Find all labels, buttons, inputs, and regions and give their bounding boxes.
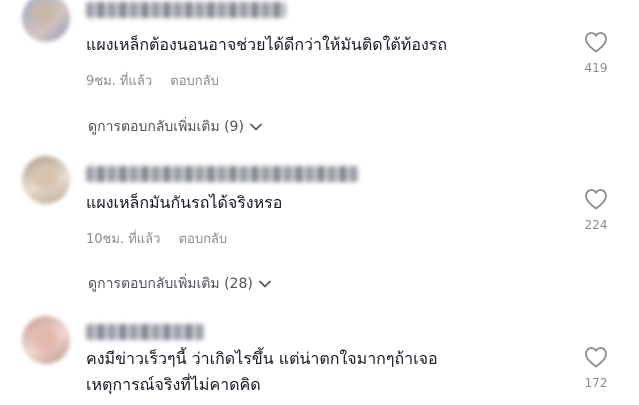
- heart-outline-icon: [585, 347, 607, 368]
- avatar[interactable]: [22, 316, 70, 364]
- comment-text: คงมีข่าวเร็วๆนี้ ว่าเกิดไรขึ้น แต่น่าตกใ…: [86, 346, 438, 398]
- view-more-replies-2[interactable]: ดูการตอบกลับเพิ่มเติม (28): [88, 273, 271, 295]
- chevron-down-icon: [250, 123, 262, 131]
- reply-button[interactable]: ตอบกลับ: [170, 74, 219, 89]
- view-replies-label: ดูการตอบกลับเพิ่มเติม (9): [88, 119, 244, 135]
- chevron-down-icon: [259, 280, 271, 288]
- comment-time: 10ชม. ที่แล้ว: [86, 232, 161, 247]
- comment-text: แผงเหล็กต้องนอนอาจช่วยได้ดีกว่าให้มันติด…: [86, 35, 448, 54]
- comment-time: 9ชม. ที่แล้ว: [86, 74, 153, 89]
- view-replies-label: ดูการตอบกลับเพิ่มเติม (28): [88, 276, 253, 292]
- username-blurred[interactable]: [86, 166, 358, 182]
- like-count: 224: [584, 218, 608, 232]
- comment-text-line: เหตุการณ์จริงที่ไม่คาดคิด: [86, 375, 261, 394]
- like-button[interactable]: 172: [580, 346, 612, 390]
- like-button[interactable]: 419: [580, 31, 612, 75]
- heart-outline-icon: [585, 32, 607, 53]
- heart-outline-icon: [585, 189, 607, 210]
- reply-button[interactable]: ตอบกลับ: [179, 232, 228, 247]
- comment-text-line: คงมีข่าวเร็วๆนี้ ว่าเกิดไรขึ้น แต่น่าตกใ…: [86, 349, 438, 368]
- like-count: 419: [584, 61, 608, 75]
- comment-meta: 9ชม. ที่แล้ว ตอบกลับ: [86, 70, 219, 91]
- like-count: 172: [584, 376, 608, 390]
- comment-meta: 10ชม. ที่แล้ว ตอบกลับ: [86, 228, 227, 249]
- comment-text: แผงเหล็กมันกันรถได้จริงหรอ: [86, 193, 283, 212]
- like-button[interactable]: 224: [580, 188, 612, 232]
- username-blurred[interactable]: [86, 324, 204, 340]
- avatar[interactable]: [22, 156, 70, 204]
- view-more-replies-1[interactable]: ดูการตอบกลับเพิ่มเติม (9): [88, 116, 262, 138]
- username-blurred[interactable]: [86, 2, 286, 18]
- avatar[interactable]: [22, 0, 70, 42]
